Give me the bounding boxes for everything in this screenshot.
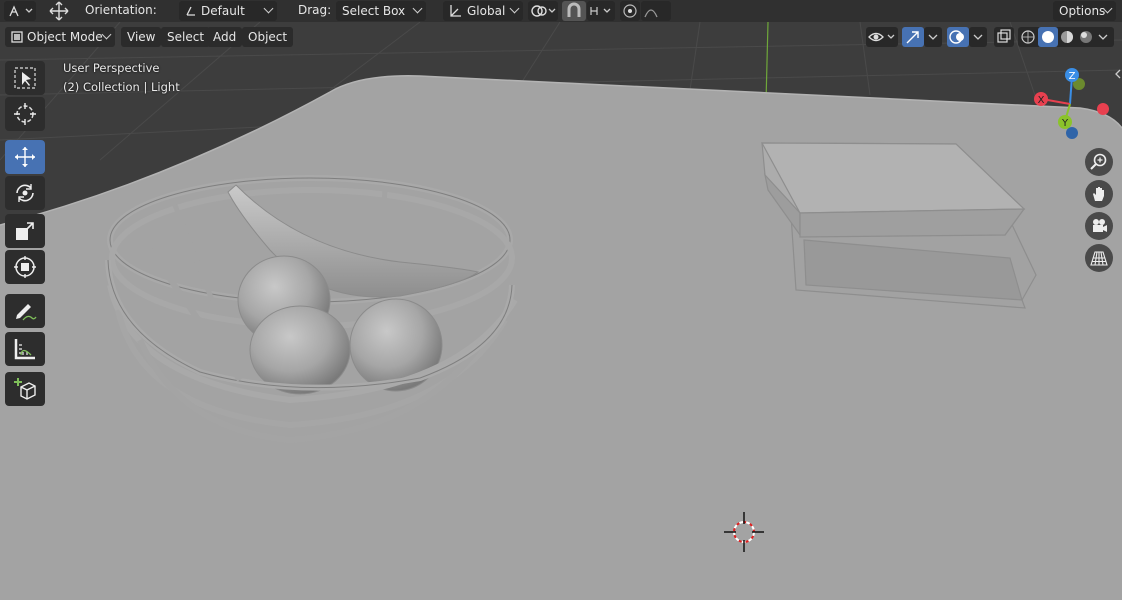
chevron-down-icon xyxy=(928,34,938,40)
gizmo-icon xyxy=(906,31,919,44)
zoom-button[interactable] xyxy=(1085,148,1113,176)
select-box-tool[interactable] xyxy=(5,61,45,95)
move-icon xyxy=(15,147,35,167)
visibility-dropdown[interactable] xyxy=(866,27,898,47)
navigation-gizmo[interactable]: Z X Y xyxy=(1030,64,1120,140)
chevron-down-icon xyxy=(412,3,423,14)
axis-z-label: Z xyxy=(1069,71,1076,82)
ruler-icon xyxy=(14,339,35,360)
drag-value: Select Box xyxy=(342,4,406,18)
chevron-down-icon xyxy=(973,34,983,40)
transform-tool[interactable] xyxy=(5,250,45,284)
move-tool[interactable] xyxy=(5,140,45,174)
pencil-icon xyxy=(16,304,37,321)
xray-toggle[interactable] xyxy=(994,27,1014,47)
pivot-point-button[interactable] xyxy=(528,1,558,21)
chevron-down-icon xyxy=(263,3,274,14)
move-gizmo-icon[interactable] xyxy=(46,0,72,22)
axis-x-label: X xyxy=(1038,95,1045,106)
transform-orientation-dropdown[interactable]: Global xyxy=(443,1,523,21)
proportional-edit-toggle[interactable] xyxy=(620,1,640,21)
xray-icon xyxy=(997,29,1011,43)
overlay-dropdown[interactable] xyxy=(969,27,987,47)
grid-perspective-icon xyxy=(1090,251,1108,266)
rotate-icon xyxy=(16,184,34,202)
snap-target-dropdown[interactable] xyxy=(587,1,615,21)
link-icon xyxy=(531,5,556,17)
object-mode-icon xyxy=(11,31,23,43)
rotate-tool[interactable] xyxy=(5,176,45,210)
shading-icons xyxy=(1021,27,1108,47)
transform-space-value: Global xyxy=(467,4,506,18)
tool-header: Orientation: Default Drag: Select Box Gl… xyxy=(0,0,1122,22)
perspective-label: User Perspective xyxy=(63,61,160,75)
annotate-tool[interactable] xyxy=(5,294,45,328)
magnet-icon xyxy=(567,2,581,17)
camera-view-button[interactable] xyxy=(1085,212,1113,240)
pivot-icon xyxy=(9,5,33,17)
camera-icon xyxy=(1093,219,1107,232)
cursor-icon xyxy=(14,103,36,125)
menu-object[interactable]: Object xyxy=(242,27,294,47)
orientation-label: Orientation: xyxy=(85,3,157,17)
gizmo-dropdown[interactable] xyxy=(924,27,942,47)
overlay-toggle[interactable] xyxy=(947,27,969,47)
add-cube-tool[interactable] xyxy=(5,372,45,406)
axis-y-label: Y xyxy=(1061,118,1069,129)
viewport-header: Object Mode View Select Add Object xyxy=(0,24,1122,50)
orientation-dropdown[interactable]: Default xyxy=(179,1,277,21)
menu-add[interactable]: Add xyxy=(207,27,243,47)
measure-tool[interactable] xyxy=(5,332,45,366)
sidebar-toggle-icon[interactable] xyxy=(1113,68,1122,80)
chevron-down-icon xyxy=(101,29,112,40)
drag-dropdown[interactable]: Select Box xyxy=(336,1,426,21)
proportional-edit-icon xyxy=(623,4,637,18)
overlay-icon xyxy=(949,30,964,44)
menu-view[interactable]: View xyxy=(121,27,162,47)
eye-icon xyxy=(868,32,895,42)
axis-icon xyxy=(450,5,461,17)
scale-icon xyxy=(16,222,34,240)
hand-icon xyxy=(1093,187,1104,201)
falloff-curve-icon xyxy=(644,9,658,18)
snap-toggle[interactable] xyxy=(562,1,586,21)
perspective-toggle-button[interactable] xyxy=(1085,244,1113,272)
select-box-icon xyxy=(14,67,36,89)
collection-label: (2) Collection | Light xyxy=(63,80,180,94)
zoom-icon xyxy=(1090,153,1107,170)
snap-increment-icon xyxy=(590,7,611,15)
gizmo-toggle[interactable] xyxy=(902,27,924,47)
add-cube-icon xyxy=(14,378,36,400)
orientation-value: Default xyxy=(201,4,245,18)
mode-dropdown[interactable]: Object Mode xyxy=(5,27,115,47)
chevron-down-icon xyxy=(509,3,520,14)
menu-select[interactable]: Select xyxy=(161,27,211,47)
orientation-icon xyxy=(186,6,195,16)
shading-mode-group xyxy=(1018,27,1114,47)
scale-tool[interactable] xyxy=(5,214,45,248)
options-label: Options xyxy=(1059,4,1106,18)
transform-icon xyxy=(14,256,36,278)
drag-label: Drag: xyxy=(298,3,332,17)
options-dropdown[interactable]: Options xyxy=(1053,1,1116,21)
cursor-tool[interactable] xyxy=(5,97,45,131)
mode-value: Object Mode xyxy=(27,30,103,44)
falloff-dropdown[interactable] xyxy=(641,1,671,21)
pan-button[interactable] xyxy=(1085,180,1113,208)
transform-pivot-button[interactable] xyxy=(4,1,36,21)
